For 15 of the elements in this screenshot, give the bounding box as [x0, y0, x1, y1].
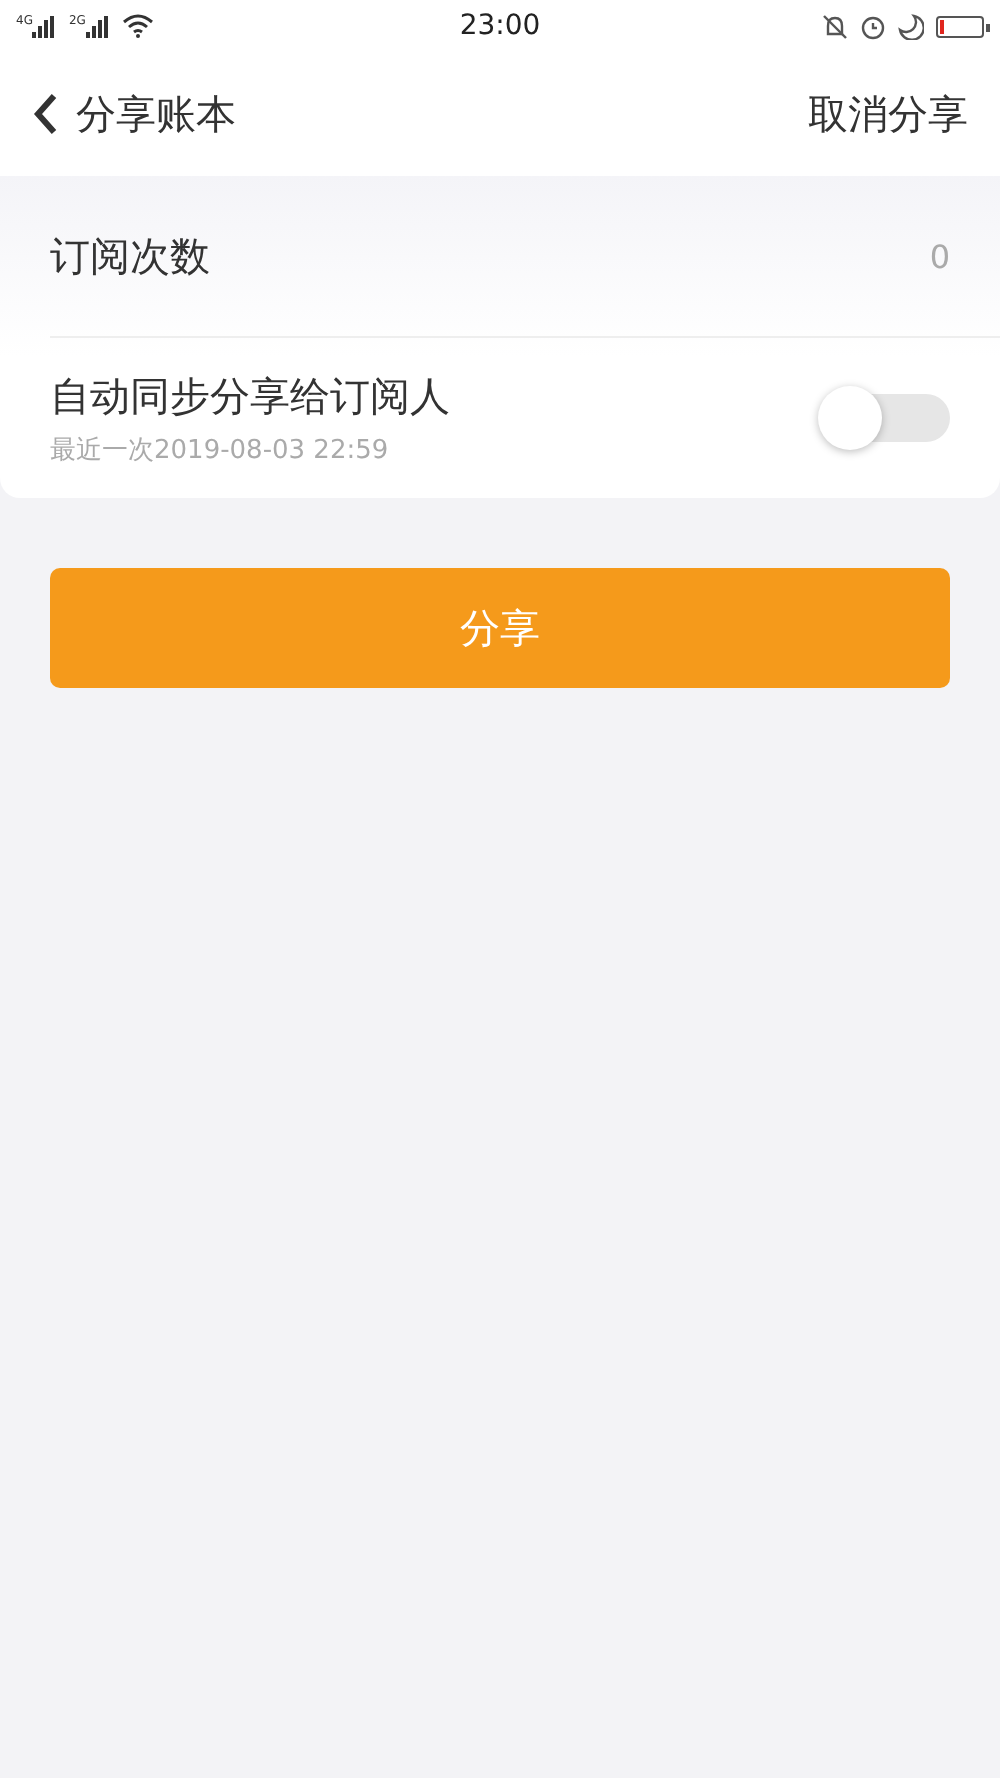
cancel-share-button[interactable]: 取消分享 [808, 87, 968, 141]
clock-time: 23:00 [459, 10, 541, 42]
last-sync-time: 最近一次2019-08-03 22:59 [50, 433, 391, 467]
signal-icon [32, 15, 57, 37]
battery-icon [936, 15, 984, 37]
setting-label: 自动同步分享给订阅人 [50, 369, 450, 423]
signal-icon [85, 15, 110, 37]
muted-bell-icon [822, 13, 848, 39]
setting-value: 0 [929, 237, 950, 275]
moon-icon [898, 13, 924, 39]
setting-label: 订阅次数 [50, 229, 210, 283]
alarm-icon [860, 13, 886, 39]
back-icon [32, 92, 60, 136]
wifi-icon [121, 14, 154, 38]
back-button[interactable]: 分享账本 [32, 87, 236, 141]
